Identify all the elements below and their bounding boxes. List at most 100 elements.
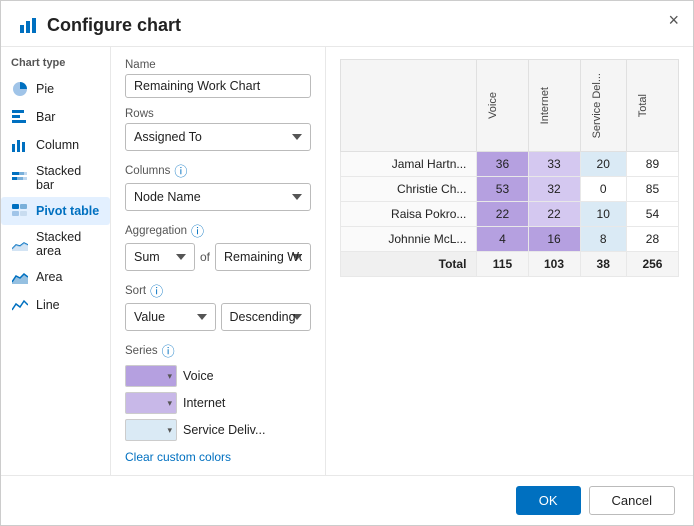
dialog-header: Configure chart × [1,1,693,47]
cell-1-1: 32 [528,177,580,202]
chart-type-pivot-label: Pivot table [36,204,99,218]
total-cell-3: 256 [626,252,678,277]
chart-header-icon [19,17,37,35]
rows-label: Rows [125,108,311,120]
dialog-body: Chart type Pie B [1,47,693,475]
chart-type-line[interactable]: Line [1,291,110,319]
cell-0-3: 89 [626,152,678,177]
chart-type-stacked-bar[interactable]: Stacked bar [1,159,110,197]
stacked-area-icon [11,235,29,253]
rows-select[interactable]: Assigned To [125,123,311,151]
table-row: Jamal Hartn... 36 33 20 89 [341,152,679,177]
column-icon [11,136,29,154]
cell-1-2: 0 [580,177,626,202]
series-color-internet[interactable]: ▾ [125,392,177,414]
columns-info-icon[interactable]: ⓘ [174,161,187,180]
chart-type-panel: Chart type Pie B [1,47,111,475]
table-row-total: Total 115 103 38 256 [341,252,679,277]
cell-3-0: 4 [477,227,528,252]
table-row: Christie Ch... 53 32 0 85 [341,177,679,202]
total-row-name: Total [341,252,477,277]
chart-type-column-label: Column [36,138,79,152]
chart-type-pie[interactable]: Pie [1,75,110,103]
chart-type-bar[interactable]: Bar [1,103,110,131]
pivot-col-voice: Voice [477,60,528,152]
series-label: Series ⓘ [125,341,311,360]
aggregation-func-select[interactable]: Sum [125,243,195,271]
close-button[interactable]: × [668,11,679,29]
series-color-internet-chevron: ▾ [167,398,172,409]
aggregation-label: Aggregation ⓘ [125,221,311,240]
cell-2-0: 22 [477,202,528,227]
preview-panel: Voice Internet Service Del... Total [326,47,693,475]
cancel-button[interactable]: Cancel [589,486,675,515]
aggregation-row: Sum of Remaining Work [125,243,311,271]
table-row: Raisa Pokro... 22 22 10 54 [341,202,679,227]
aggregation-of-label: of [200,250,210,264]
pivot-table: Voice Internet Service Del... Total [340,59,679,277]
series-item-0: ▾ Voice [125,365,311,387]
stacked-bar-icon [11,169,29,187]
total-cell-1: 103 [528,252,580,277]
sort-label: Sort ⓘ [125,281,311,300]
chart-type-stacked-area[interactable]: Stacked area [1,225,110,263]
sort-row: Value Descending [125,303,311,331]
cell-3-2: 8 [580,227,626,252]
series-color-voice-chevron: ▾ [167,371,172,382]
line-icon [11,296,29,314]
pivot-col-internet: Internet [528,60,580,152]
config-panel: Name Rows Assigned To Columns ⓘ Node Nam… [111,47,326,475]
pivot-table-icon [11,202,29,220]
series-voice-label: Voice [183,369,214,383]
sort-order-select[interactable]: Descending [221,303,312,331]
chart-type-pivot-table[interactable]: Pivot table [1,197,110,225]
chart-type-area-label: Area [36,270,62,284]
series-info-icon[interactable]: ⓘ [162,341,175,360]
cell-0-2: 20 [580,152,626,177]
series-service-label: Service Deliv... [183,423,265,437]
chart-type-area[interactable]: Area [1,263,110,291]
chart-type-pie-label: Pie [36,82,54,96]
clear-colors-link[interactable]: Clear custom colors [125,450,311,464]
cell-3-3: 28 [626,227,678,252]
cell-2-3: 54 [626,202,678,227]
chart-type-line-label: Line [36,298,60,312]
row-name-0: Jamal Hartn... [341,152,477,177]
cell-1-3: 85 [626,177,678,202]
cell-2-1: 22 [528,202,580,227]
series-internet-label: Internet [183,396,225,410]
dialog-footer: OK Cancel [1,475,693,525]
name-input[interactable] [125,74,311,98]
cell-3-1: 16 [528,227,580,252]
area-icon [11,268,29,286]
aggregation-info-icon[interactable]: ⓘ [191,221,204,240]
pie-icon [11,80,29,98]
chart-type-stacked-area-label: Stacked area [36,230,100,258]
cell-1-0: 53 [477,177,528,202]
cell-2-2: 10 [580,202,626,227]
row-name-1: Christie Ch... [341,177,477,202]
cell-0-1: 33 [528,152,580,177]
chart-type-column[interactable]: Column [1,131,110,159]
columns-select[interactable]: Node Name [125,183,311,211]
series-color-service[interactable]: ▾ [125,419,177,441]
configure-chart-dialog: Configure chart × Chart type Pie [0,0,694,526]
series-item-1: ▾ Internet [125,392,311,414]
chart-type-bar-label: Bar [36,110,55,124]
row-name-3: Johnnie McL... [341,227,477,252]
ok-button[interactable]: OK [516,486,581,515]
aggregation-field-select[interactable]: Remaining Work [215,243,311,271]
total-cell-0: 115 [477,252,528,277]
chart-type-stacked-bar-label: Stacked bar [36,164,100,192]
sort-info-icon[interactable]: ⓘ [150,281,163,300]
series-color-voice[interactable]: ▾ [125,365,177,387]
series-color-service-chevron: ▾ [167,425,172,436]
chart-type-label: Chart type [1,57,110,75]
columns-label: Columns ⓘ [125,161,311,180]
sort-by-select[interactable]: Value [125,303,216,331]
pivot-col-service: Service Del... [580,60,626,152]
name-label: Name [125,59,311,71]
table-row: Johnnie McL... 4 16 8 28 [341,227,679,252]
dialog-title: Configure chart [47,15,181,36]
cell-0-0: 36 [477,152,528,177]
